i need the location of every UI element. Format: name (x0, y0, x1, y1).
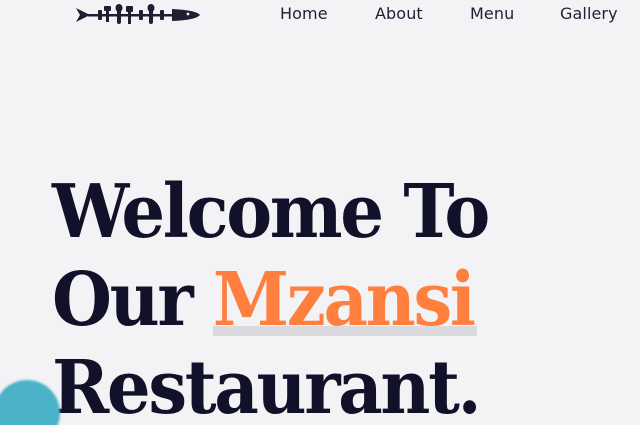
main-nav: Home About Menu Gallery (0, 4, 640, 24)
hero-line-3: Restaurant. (52, 345, 482, 425)
decorative-blob (0, 380, 60, 425)
hero-line-1: Welcome To (52, 169, 490, 255)
nav-home-link[interactable]: Home (280, 4, 328, 24)
nav-gallery-link[interactable]: Gallery (560, 4, 618, 24)
nav-menu-link[interactable]: Menu (470, 4, 514, 24)
hero-heading: Welcome To Our Mzansi Restaurant. (52, 168, 490, 425)
hero-line-2: Our Mzansi (52, 256, 488, 344)
hero-line-2-prefix: Our (52, 257, 213, 343)
nav-about-link[interactable]: About (375, 4, 423, 24)
hero-highlight-word: Mzansi (212, 257, 478, 343)
